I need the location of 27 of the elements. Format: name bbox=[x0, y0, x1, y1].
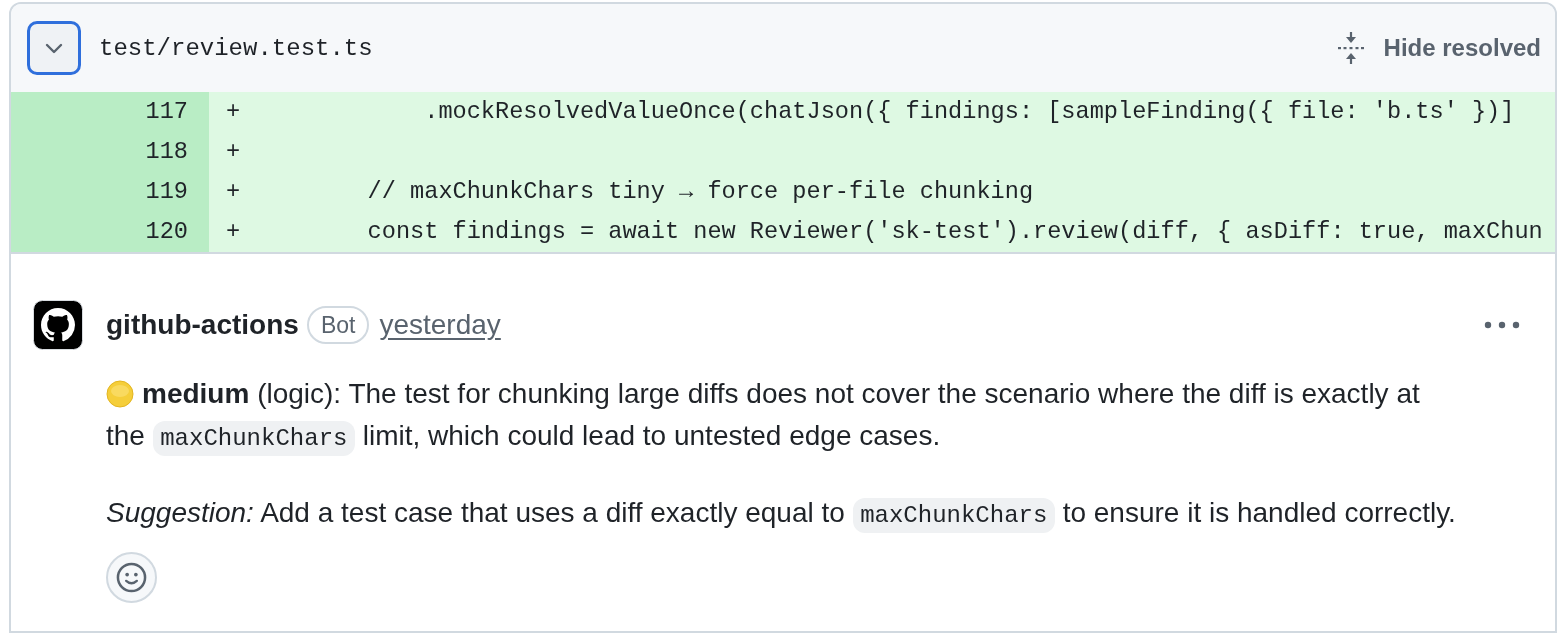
dot-icon bbox=[106, 380, 134, 408]
comment-text: Suggestion: Add a test case that uses a diff exactly equal to maxChunkChars to ensure it is handled correctly. bbox=[106, 492, 1463, 537]
hide-resolved-button[interactable]: Hide resolved bbox=[1337, 32, 1541, 64]
cat-avatar-icon bbox=[33, 300, 83, 350]
code-text: const findings = await new Reviewer('sk-test').review(diff, { asDiff: true, maxChun bbox=[367, 217, 1543, 247]
file-path: test/review.test.ts bbox=[99, 34, 373, 62]
bot-label: Bot bbox=[306, 306, 370, 344]
diff-marker: + bbox=[226, 177, 242, 207]
diff-marker: + bbox=[226, 97, 242, 127]
add-reaction-button[interactable] bbox=[106, 552, 157, 603]
diff-marker: + bbox=[226, 217, 242, 247]
smiley-icon bbox=[116, 562, 147, 593]
line-number: 119 bbox=[11, 172, 209, 212]
comment-text: medium (logic): The test for chunking large diffs does not cover the scenario where the diff is exactly at the maxChunkChars limit, which could lead to untested edge cases. bbox=[106, 373, 1463, 460]
author-name[interactable]: github-actions bbox=[106, 309, 299, 341]
line-number: 118 bbox=[11, 132, 209, 172]
inline-code: maxChunkChars bbox=[852, 498, 1055, 533]
code-text: // maxChunkChars tiny → force per-file chunking bbox=[367, 177, 1034, 207]
code-text: .mockResolvedValueOnce(chatJson({ findings: [sampleFinding({ file: 'b.ts' })] bbox=[424, 97, 1515, 127]
more-options-icon[interactable] bbox=[1484, 321, 1520, 329]
collapse-toggle-button[interactable] bbox=[27, 21, 81, 75]
diff-marker: + bbox=[226, 137, 242, 167]
line-number: 117 bbox=[11, 92, 209, 132]
line-number: 120 bbox=[11, 212, 209, 252]
timestamp-link[interactable]: yesterday bbox=[379, 309, 501, 341]
fold-arrows-icon bbox=[1337, 32, 1364, 64]
inline-code: maxChunkChars bbox=[152, 421, 355, 456]
